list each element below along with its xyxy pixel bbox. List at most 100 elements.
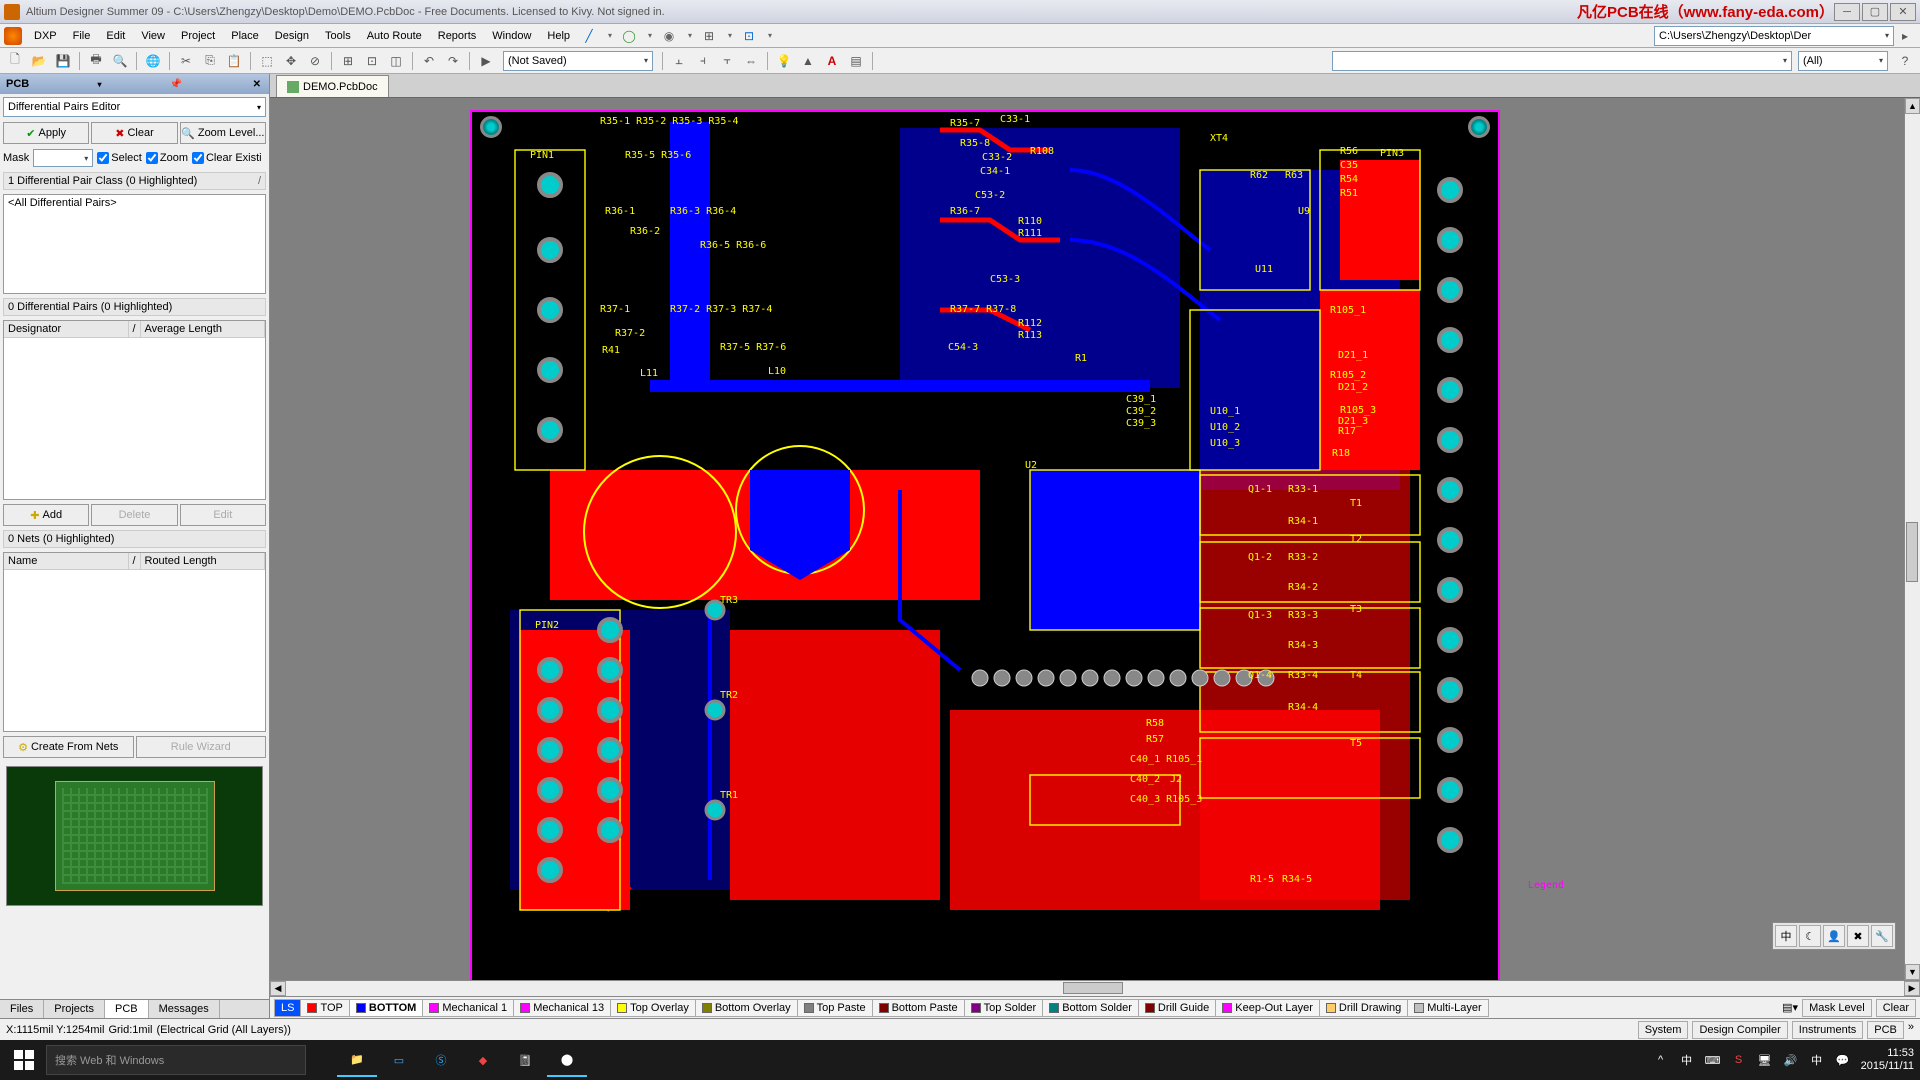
task-app1-icon[interactable]: ◆: [463, 1043, 503, 1077]
menu-view[interactable]: View: [133, 27, 173, 45]
menu-place[interactable]: Place: [223, 27, 267, 45]
tray-lang-icon[interactable]: 中: [1809, 1052, 1825, 1068]
menu-help[interactable]: Help: [539, 27, 578, 45]
class-list[interactable]: <All Differential Pairs>: [3, 194, 266, 294]
deselect-icon[interactable]: ⊘: [304, 50, 326, 72]
lamp-icon[interactable]: 💡: [773, 50, 795, 72]
filter-combo[interactable]: (All)▾: [1798, 51, 1888, 71]
layer-tab-bottom[interactable]: BOTTOM: [349, 999, 423, 1017]
menu-edit[interactable]: Edit: [98, 27, 133, 45]
place-pad-icon[interactable]: ◯: [618, 25, 640, 47]
status-pcb[interactable]: PCB: [1867, 1021, 1904, 1039]
status-system[interactable]: System: [1638, 1021, 1689, 1039]
menu-window[interactable]: Window: [484, 27, 539, 45]
pcb-canvas[interactable]: 106.00mm Legend PIN1PIN2PIN3XT4C33-1R35-…: [270, 98, 1920, 980]
layer-tab-ls[interactable]: LS: [274, 999, 301, 1017]
panel-close-icon[interactable]: ✕: [253, 79, 261, 90]
menu-project[interactable]: Project: [173, 27, 223, 45]
task-skype-icon[interactable]: Ⓢ: [421, 1043, 461, 1077]
expr-combo[interactable]: ▾: [1332, 51, 1792, 71]
maximize-button[interactable]: ▢: [1862, 3, 1888, 21]
cut-icon[interactable]: ✂: [175, 50, 197, 72]
task-browser-icon[interactable]: ▭: [379, 1043, 419, 1077]
menu-file[interactable]: File: [65, 27, 99, 45]
tab-messages[interactable]: Messages: [149, 1000, 220, 1018]
align-left-icon[interactable]: ⫠: [668, 50, 690, 72]
zoom-button[interactable]: 🔍Zoom Level...: [180, 122, 266, 144]
tab-files[interactable]: Files: [0, 1000, 44, 1018]
nets-list[interactable]: Name/Routed Length: [3, 552, 266, 732]
clear-mask-button[interactable]: Clear: [1876, 999, 1916, 1017]
close-button[interactable]: ✕: [1890, 3, 1916, 21]
dist-h-icon[interactable]: ⇔: [740, 50, 762, 72]
taskbar-clock[interactable]: 11:53 2015/11/11: [1861, 1047, 1914, 1073]
layer-tab-top-overlay[interactable]: Top Overlay: [610, 999, 696, 1017]
view-mask-icon[interactable]: ☾: [1799, 925, 1821, 947]
task-explorer-icon[interactable]: 📁: [337, 1043, 377, 1077]
task-notes-icon[interactable]: 📓: [505, 1043, 545, 1077]
status-design-compiler[interactable]: Design Compiler: [1692, 1021, 1787, 1039]
layer-tab-top-paste[interactable]: Top Paste: [797, 999, 873, 1017]
tab-pcb[interactable]: PCB: [105, 1000, 149, 1018]
help-icon[interactable]: ?: [1894, 50, 1916, 72]
scroll-thumb[interactable]: [1906, 522, 1918, 582]
status-lock-icon[interactable]: »: [1908, 1021, 1914, 1039]
layer-tab-drill-drawing[interactable]: Drill Drawing: [1319, 999, 1408, 1017]
layers-menu-icon[interactable]: ▤▾: [1782, 1001, 1798, 1014]
add-button[interactable]: ✚Add: [3, 504, 89, 526]
align-right-icon[interactable]: ⫟: [716, 50, 738, 72]
align-h-icon[interactable]: ⫞: [692, 50, 714, 72]
select-icon[interactable]: ⬚: [256, 50, 278, 72]
preview-icon[interactable]: 🔍: [109, 50, 131, 72]
place-string-icon[interactable]: ⊞: [698, 25, 720, 47]
view-config-icon[interactable]: 🔧: [1871, 925, 1893, 947]
status-instruments[interactable]: Instruments: [1792, 1021, 1863, 1039]
horizontal-scrollbar[interactable]: ◀ ▶: [270, 980, 1920, 996]
dropdown-icon[interactable]: ▾: [602, 28, 618, 44]
dropdown-icon[interactable]: ▾: [762, 28, 778, 44]
layer-tab-keep-out-layer[interactable]: Keep-Out Layer: [1215, 999, 1320, 1017]
mask-input[interactable]: ▾: [33, 149, 93, 167]
minimize-button[interactable]: ─: [1834, 3, 1860, 21]
doc-tab-demo[interactable]: DEMO.PcbDoc: [276, 75, 389, 97]
start-button[interactable]: [6, 1044, 42, 1076]
tray-msg-icon[interactable]: 💬: [1835, 1052, 1851, 1068]
paste-icon[interactable]: 📋: [223, 50, 245, 72]
print-icon[interactable]: 🖶: [85, 50, 107, 72]
dropdown-icon[interactable]: ▾: [642, 28, 658, 44]
note-icon[interactable]: ▤: [845, 50, 867, 72]
tray-ime2-icon[interactable]: ⌨: [1705, 1052, 1721, 1068]
menu-dxp[interactable]: DXP: [26, 27, 65, 45]
clear-button[interactable]: ✖Clear: [91, 122, 177, 144]
panel-pin-icon[interactable]: 📌: [170, 79, 182, 90]
tray-up-icon[interactable]: ^: [1653, 1052, 1669, 1068]
web-icon[interactable]: 🌐: [142, 50, 164, 72]
col-designator[interactable]: Designator: [4, 321, 129, 337]
select-checkbox[interactable]: Select: [97, 152, 142, 164]
create-from-nets-button[interactable]: ⚙Create From Nets: [3, 736, 134, 758]
place-wire-icon[interactable]: ╱: [578, 25, 600, 47]
redo-icon[interactable]: ↷: [442, 50, 464, 72]
zoom-select-icon[interactable]: ◫: [385, 50, 407, 72]
layer-tab-bottom-paste[interactable]: Bottom Paste: [872, 999, 965, 1017]
go-button[interactable]: ▸: [1894, 25, 1916, 47]
layer-tab-mechanical-13[interactable]: Mechanical 13: [513, 999, 611, 1017]
scroll-down-icon[interactable]: ▼: [1905, 964, 1920, 980]
place-via-icon[interactable]: ◉: [658, 25, 680, 47]
text-icon[interactable]: A: [821, 50, 843, 72]
layer-tab-drill-guide[interactable]: Drill Guide: [1138, 999, 1216, 1017]
clear-checkbox[interactable]: Clear Existi: [192, 152, 262, 164]
board-preview[interactable]: [6, 766, 263, 906]
undo-icon[interactable]: ↶: [418, 50, 440, 72]
layer-tab-top[interactable]: TOP: [300, 999, 349, 1017]
move-icon[interactable]: ✥: [280, 50, 302, 72]
dropdown-icon[interactable]: ▾: [722, 28, 738, 44]
vertical-scrollbar[interactable]: ▲ ▼: [1904, 98, 1920, 980]
menu-design[interactable]: Design: [267, 27, 317, 45]
flag-icon[interactable]: ▲: [797, 50, 819, 72]
scroll-left-icon[interactable]: ◀: [270, 981, 286, 996]
layer-tab-top-solder[interactable]: Top Solder: [964, 999, 1044, 1017]
scroll-thumb[interactable]: [1063, 982, 1123, 994]
taskbar-search[interactable]: 搜索 Web 和 Windows: [46, 1045, 306, 1075]
task-altium-icon[interactable]: ⬤: [547, 1043, 587, 1077]
